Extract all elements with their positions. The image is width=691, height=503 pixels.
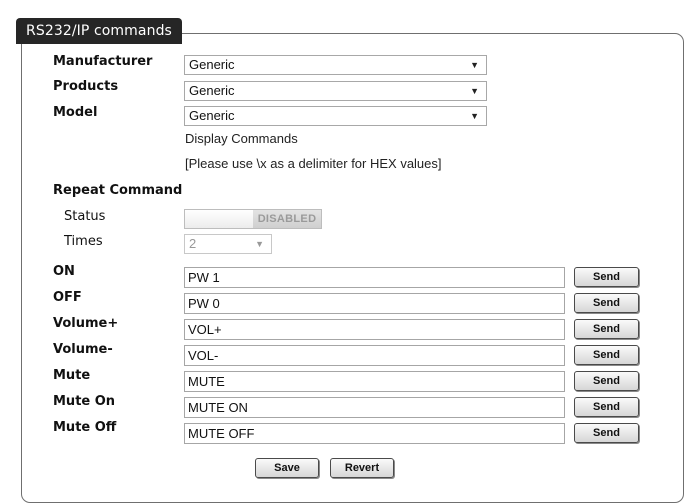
- send-button-off[interactable]: Send: [574, 293, 639, 313]
- send-button-on[interactable]: Send: [574, 267, 639, 287]
- times-select[interactable]: 2 ▼: [184, 234, 272, 254]
- manufacturer-select[interactable]: Generic ▼: [184, 55, 487, 75]
- times-label: Times: [64, 234, 103, 249]
- hex-delimiter-note: [Please use \x as a delimiter for HEX va…: [185, 156, 442, 171]
- command-input-mute-on[interactable]: MUTE ON: [184, 397, 565, 418]
- command-label-volume-down: Volume-: [53, 342, 113, 357]
- command-input-mute[interactable]: MUTE: [184, 371, 565, 392]
- revert-button[interactable]: Revert: [330, 458, 394, 478]
- command-input-volume-up[interactable]: VOL+: [184, 319, 565, 340]
- repeat-command-label: Repeat Command: [53, 183, 183, 198]
- command-label-volume-up: Volume+: [53, 316, 119, 331]
- command-input-off[interactable]: PW 0: [184, 293, 565, 314]
- toggle-knob: [185, 210, 254, 228]
- times-value: 2: [189, 236, 197, 251]
- manufacturer-label: Manufacturer: [53, 54, 153, 69]
- save-button[interactable]: Save: [255, 458, 319, 478]
- command-input-on[interactable]: PW 1: [184, 267, 565, 288]
- command-label-mute-off: Mute Off: [53, 420, 117, 435]
- send-button-volume-down[interactable]: Send: [574, 345, 639, 365]
- send-button-mute[interactable]: Send: [574, 371, 639, 391]
- status-label: Status: [64, 209, 106, 224]
- manufacturer-value: Generic: [189, 57, 235, 72]
- products-select[interactable]: Generic ▼: [184, 81, 487, 101]
- model-value: Generic: [189, 108, 235, 123]
- chevron-down-icon: ▼: [470, 86, 479, 96]
- panel-title: RS232/IP commands: [16, 18, 182, 44]
- command-label-mute-on: Mute On: [53, 394, 116, 409]
- command-input-volume-down[interactable]: VOL-: [184, 345, 565, 366]
- chevron-down-icon: ▼: [255, 239, 264, 249]
- send-button-mute-on[interactable]: Send: [574, 397, 639, 417]
- send-button-volume-up[interactable]: Send: [574, 319, 639, 339]
- command-label-mute: Mute: [53, 368, 91, 383]
- chevron-down-icon: ▼: [470, 111, 479, 121]
- command-label-off: OFF: [53, 290, 82, 305]
- command-input-mute-off[interactable]: MUTE OFF: [184, 423, 565, 444]
- display-commands-link[interactable]: Display Commands: [185, 131, 298, 146]
- command-label-on: ON: [53, 264, 75, 279]
- products-label: Products: [53, 79, 119, 94]
- products-value: Generic: [189, 83, 235, 98]
- model-select[interactable]: Generic ▼: [184, 106, 487, 126]
- status-toggle[interactable]: DISABLED: [184, 209, 322, 229]
- send-button-mute-off[interactable]: Send: [574, 423, 639, 443]
- model-label: Model: [53, 105, 98, 120]
- chevron-down-icon: ▼: [470, 60, 479, 70]
- toggle-state-text: DISABLED: [253, 210, 321, 228]
